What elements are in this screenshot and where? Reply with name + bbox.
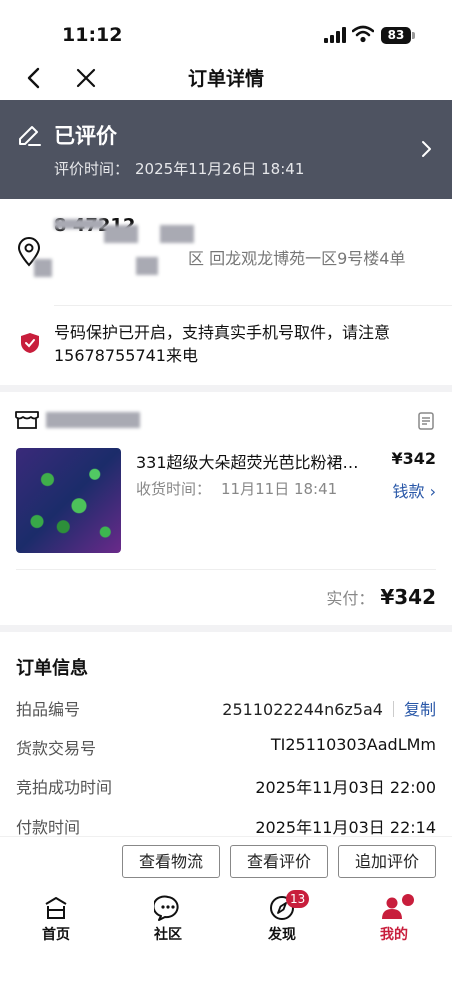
status-time: 11:12 <box>62 24 123 46</box>
tab-label: 首页 <box>42 927 70 943</box>
order-row-transaction-id: 货款交易号 TI25110303AadLMm <box>16 735 436 759</box>
payment-link[interactable]: 钱款 › <box>393 478 437 502</box>
divider <box>54 305 452 306</box>
tab-bar: 首页 社区 13 发现 我的 <box>0 886 452 982</box>
order-row-win-time: 竞拍成功时间 2025年11月03日 22:00 <box>16 774 436 798</box>
order-row-item-id: 拍品编号 2511022244n6z5a4 复制 <box>16 696 436 720</box>
tab-community[interactable]: 社区 <box>128 894 208 944</box>
row-value-group: 2511022244n6z5a4 复制 <box>222 696 436 720</box>
banner-title: 已评价 <box>54 124 117 148</box>
row-value: 2025年11月03日 22:00 <box>255 778 436 797</box>
chat-icon <box>154 895 179 921</box>
tab-label: 我的 <box>380 927 408 943</box>
payment-link-label: 钱款 <box>392 482 425 501</box>
receive-time: 收货时间： 11月11日 18:41 <box>136 478 337 499</box>
order-row-pay-time: 付款时间 2025年11月03日 22:14 <box>16 814 436 838</box>
tab-home[interactable]: 首页 <box>16 894 96 944</box>
order-info-card: 订单信息 拍品编号 2511022244n6z5a4 复制 货款交易号 TI251… <box>0 632 452 844</box>
battery-indicator: 83 <box>381 27 411 44</box>
actual-paid-label: 实付： <box>326 589 375 608</box>
signal-icon <box>324 27 346 43</box>
address-card: 8 47212 区 回龙观龙博苑一区9号楼4单 号码保护已开启，支持真实手机号取… <box>0 199 452 385</box>
tab-mine[interactable]: 我的 <box>354 894 434 944</box>
row-label: 竞拍成功时间 <box>16 778 113 797</box>
view-logistics-button[interactable]: 查看物流 <box>122 845 220 878</box>
privacy-blur <box>136 257 158 275</box>
product-image[interactable] <box>16 448 121 553</box>
review-time-value: 2025年11月26日 18:41 <box>135 160 305 178</box>
order-info-title: 订单信息 <box>16 658 88 679</box>
review-time-label: 评价时间： <box>54 160 130 178</box>
row-label: 货款交易号 <box>16 739 97 758</box>
wifi-icon <box>352 25 374 43</box>
store-icon <box>15 411 39 429</box>
product-card: 331超级大朵超荧光芭比粉裙… ¥342 收货时间： 11月11日 18:41 钱… <box>0 392 452 625</box>
receipt-icon[interactable] <box>418 412 434 430</box>
shop-name-blurred <box>46 412 140 428</box>
notification-dot <box>402 894 414 906</box>
tab-discover[interactable]: 13 发现 <box>242 890 322 944</box>
home-icon <box>45 897 67 919</box>
product-title[interactable]: 331超级大朵超荧光芭比粉裙… <box>136 449 372 473</box>
product-price: ¥342 <box>391 449 436 468</box>
chevron-right-icon: › <box>424 482 436 501</box>
receive-time-value: 11月11日 18:41 <box>221 480 338 498</box>
row-value: 2511022244n6z5a4 <box>222 700 383 719</box>
privacy-blur <box>54 219 104 229</box>
row-value: 2025年11月03日 22:14 <box>255 818 436 837</box>
review-status-banner[interactable]: 已评价 评价时间： 2025年11月26日 18:41 <box>0 100 452 199</box>
add-review-button[interactable]: 追加评价 <box>338 845 436 878</box>
copy-button[interactable]: 复制 <box>404 700 436 719</box>
review-time: 评价时间： 2025年11月26日 18:41 <box>54 158 304 179</box>
actual-paid: 实付： ¥342 <box>326 585 436 609</box>
privacy-notice: 号码保护已开启，支持真实手机号取件，请注意15678755741来电 <box>54 323 391 365</box>
address-text: 区 回龙观龙博苑一区9号楼4单 <box>54 245 405 269</box>
shield-icon <box>21 333 39 353</box>
status-bar: 11:12 83 <box>0 0 452 56</box>
battery-tip <box>412 32 415 39</box>
divider <box>392 701 394 717</box>
privacy-blur <box>160 225 194 243</box>
address-visible-text: 区 回龙观龙博苑一区9号楼4单 <box>188 249 406 268</box>
tab-label: 社区 <box>154 927 182 943</box>
privacy-blur <box>104 225 138 243</box>
nav-bar: 订单详情 <box>0 56 452 100</box>
edit-icon <box>19 126 41 146</box>
page-title: 订单详情 <box>187 68 264 90</box>
view-review-button[interactable]: 查看评价 <box>230 845 328 878</box>
receive-time-label: 收货时间： <box>136 480 212 498</box>
notification-badge: 13 <box>286 890 310 908</box>
divider <box>16 569 436 570</box>
chevron-right-icon <box>422 141 431 157</box>
privacy-blur <box>34 259 52 277</box>
actual-paid-amount: ¥342 <box>380 585 436 609</box>
tab-label: 发现 <box>268 927 296 943</box>
action-bar: 查看物流 查看评价 追加评价 <box>0 836 452 886</box>
row-label: 拍品编号 <box>16 700 81 719</box>
row-label: 付款时间 <box>16 818 81 837</box>
row-value: TI25110303AadLMm <box>270 735 436 754</box>
